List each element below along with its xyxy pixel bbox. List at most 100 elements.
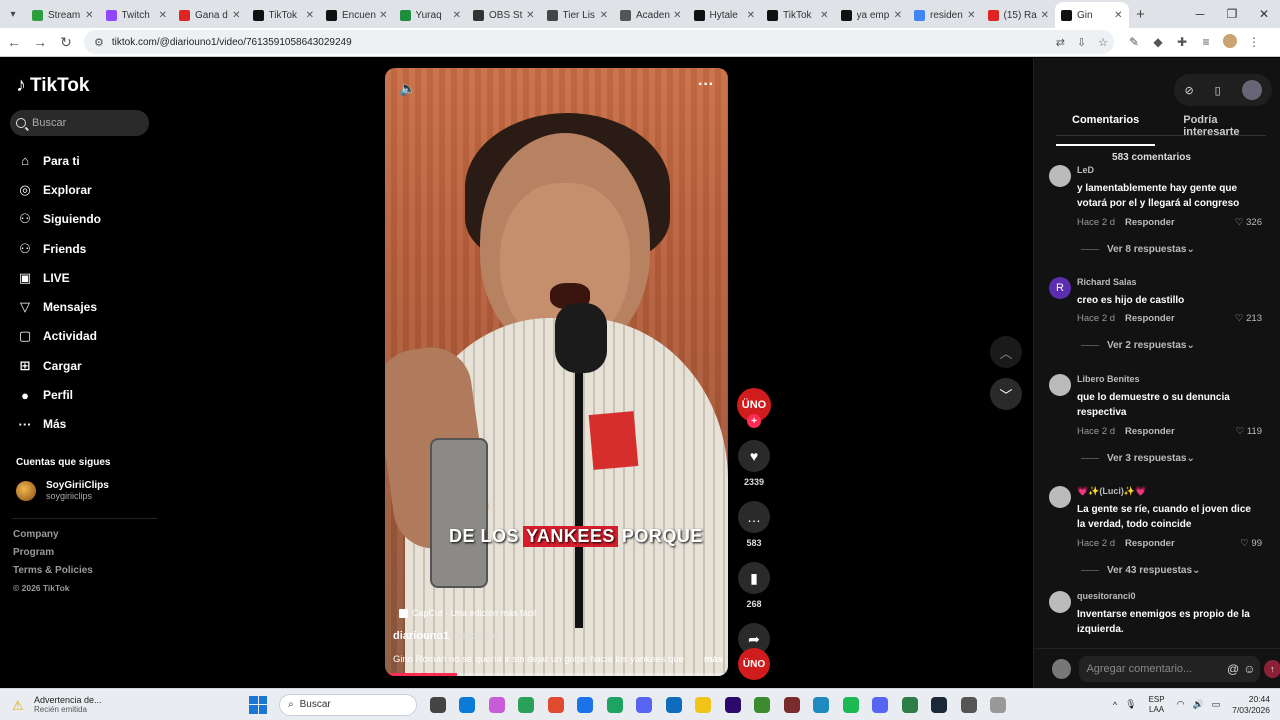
comment-input[interactable]: Agregar comentario... @ ☺ — [1079, 655, 1260, 682]
language-indicator[interactable]: ESP LAA — [1149, 695, 1165, 715]
comment-icon[interactable]: … — [738, 501, 770, 533]
minimize-button[interactable]: ─ — [1184, 0, 1216, 28]
volume-icon[interactable]: 🔈 — [399, 80, 416, 97]
avatar[interactable] — [1049, 374, 1071, 396]
url-field[interactable]: ⚙ tiktok.com/@diariouno1/video/761359105… — [84, 30, 1114, 54]
tiktok-logo[interactable]: ♪ TikTok — [16, 74, 89, 97]
compass-icon[interactable]: ⊘ — [1184, 84, 1193, 97]
taskbar-app-icon[interactable] — [895, 693, 925, 717]
view-replies-button[interactable]: Ver 8 respuestas ⌄ — [1081, 244, 1195, 255]
taskbar-app-icon[interactable] — [512, 693, 542, 717]
taskbar-search[interactable]: ⌕ Buscar — [279, 693, 417, 716]
mention-icon[interactable]: @ — [1227, 662, 1239, 676]
creator-avatar[interactable]: ÜNO + — [737, 388, 771, 428]
browser-tab[interactable]: Acaden ✕ — [614, 2, 688, 28]
following-account[interactable]: SoyGiriiClips soygiriiclips — [16, 480, 109, 501]
menu-kebab-icon[interactable]: ⋮ — [1242, 35, 1266, 49]
notification-widget[interactable]: ⚠ Advertencia de... Recién emitida — [0, 695, 245, 714]
taskbar-app-icon[interactable] — [748, 693, 778, 717]
comment-action[interactable]: … 583 — [737, 501, 771, 548]
browser-tab[interactable]: Gana d ✕ — [173, 2, 247, 28]
nav-item-explorar[interactable]: ◎ Explorar — [16, 175, 101, 204]
nav-item-para-ti[interactable]: ⌂ Para ti — [16, 146, 101, 175]
taskbar-app-icon[interactable] — [925, 693, 955, 717]
install-app-icon[interactable]: ⇩ — [1077, 36, 1086, 49]
close-tab-icon[interactable]: ✕ — [600, 10, 608, 21]
comment-username[interactable]: Libero Benites — [1077, 374, 1140, 384]
footer-link-program[interactable]: Program — [13, 547, 93, 565]
send-button[interactable]: ↑ — [1263, 659, 1280, 678]
taskbar-app-icon[interactable] — [482, 693, 512, 717]
back-button[interactable]: ← — [2, 30, 26, 54]
close-tab-icon[interactable]: ✕ — [526, 10, 534, 21]
like-action[interactable]: ♥ 2339 — [737, 440, 771, 487]
taskbar-app-icon[interactable] — [423, 693, 453, 717]
browser-tab[interactable]: Stream ✕ — [26, 2, 100, 28]
close-tab-icon[interactable]: ✕ — [1041, 10, 1049, 21]
sound-disc[interactable]: ÜNO — [738, 648, 770, 680]
taskbar-app-icon[interactable] — [866, 693, 896, 717]
comment-like[interactable]: ♡ 326 — [1235, 217, 1262, 228]
footer-link-terms[interactable]: Terms & Policies — [13, 565, 93, 583]
comment-username[interactable]: LeD — [1077, 165, 1094, 175]
taskbar-app-icon[interactable] — [718, 693, 748, 717]
nav-item-mensajes[interactable]: ▽ Mensajes — [16, 292, 101, 321]
wifi-icon[interactable]: ◠ — [1177, 699, 1185, 710]
translate-icon[interactable]: ⇄ — [1056, 36, 1065, 49]
forward-button[interactable]: → — [28, 30, 52, 54]
close-tab-icon[interactable]: ✕ — [1114, 10, 1122, 21]
browser-tab[interactable]: Encuen ✕ — [320, 2, 394, 28]
close-tab-icon[interactable]: ✕ — [85, 10, 93, 21]
view-replies-button[interactable]: Ver 3 respuestas ⌄ — [1081, 453, 1195, 464]
avatar[interactable] — [1049, 165, 1071, 187]
taskbar-app-icon[interactable] — [777, 693, 807, 717]
comment-like[interactable]: ♡ 213 — [1235, 313, 1262, 324]
nav-item-perfil[interactable]: ● Perfil — [16, 380, 101, 409]
search-input[interactable]: Buscar — [10, 110, 149, 136]
bookmark-icon[interactable]: ▮ — [738, 562, 770, 594]
view-replies-button[interactable]: Ver 2 respuestas ⌄ — [1081, 340, 1195, 351]
battery-icon[interactable]: ▭ — [1212, 699, 1221, 710]
browser-tab[interactable]: Gin ✕ — [1055, 2, 1129, 28]
browser-tab[interactable]: (15) Ra ✕ — [982, 2, 1056, 28]
taskbar-app-icon[interactable] — [571, 693, 601, 717]
follow-plus-icon[interactable]: + — [747, 414, 761, 428]
comment-username[interactable]: quesitoranci0 — [1077, 591, 1136, 601]
previous-video-button[interactable]: ︿ — [990, 336, 1022, 368]
profile-avatar[interactable] — [1218, 33, 1242, 51]
tab-search-dropdown[interactable]: ▾ — [0, 0, 26, 28]
heart-icon[interactable]: ♥ — [738, 440, 770, 472]
avatar[interactable] — [1241, 80, 1262, 100]
nav-item-friends[interactable]: ⚇ Friends — [16, 234, 101, 263]
tab-comments[interactable]: Comentarios — [1056, 114, 1156, 146]
avatar[interactable] — [1049, 591, 1071, 613]
taskbar-app-icon[interactable] — [600, 693, 630, 717]
reply-button[interactable]: Responder — [1125, 217, 1175, 228]
volume-icon[interactable]: 🔊 — [1192, 699, 1203, 710]
next-video-button[interactable]: ﹀ — [990, 378, 1022, 410]
nav-item-siguiendo[interactable]: ⚇ Siguiendo — [16, 205, 101, 234]
clock[interactable]: 20:44 7/03/2026 — [1232, 694, 1270, 716]
close-window-button[interactable]: ✕ — [1248, 0, 1280, 28]
taskbar-app-icon[interactable] — [954, 693, 984, 717]
reply-button[interactable]: Responder — [1125, 313, 1175, 324]
extension-icon[interactable]: ◆ — [1146, 35, 1170, 49]
media-icon[interactable]: ≡ — [1194, 35, 1218, 49]
capcut-link[interactable]: CapCut · Una edición más fácil — [399, 608, 536, 618]
comment-like[interactable]: ♡ 119 — [1236, 426, 1262, 437]
video-progress[interactable] — [385, 673, 728, 676]
more-options-icon[interactable]: ··· — [698, 76, 714, 94]
footer-link-company[interactable]: Company — [13, 529, 93, 547]
comment-username[interactable]: Richard Salas — [1077, 277, 1137, 287]
comment-username[interactable]: 💗✨(Luci)✨💗 — [1077, 486, 1146, 497]
chevron-up-icon[interactable]: ^ — [1113, 700, 1117, 710]
close-tab-icon[interactable]: ✕ — [820, 10, 828, 21]
more-button[interactable]: más — [704, 654, 723, 665]
close-tab-icon[interactable]: ✕ — [232, 10, 240, 21]
avatar[interactable]: R — [1049, 277, 1071, 299]
browser-tab[interactable]: ya emp ✕ — [835, 2, 909, 28]
reply-button[interactable]: Responder — [1125, 538, 1175, 549]
close-tab-icon[interactable]: ✕ — [894, 10, 902, 21]
taskbar-app-icon[interactable] — [659, 693, 689, 717]
close-tab-icon[interactable]: ✕ — [159, 10, 167, 21]
